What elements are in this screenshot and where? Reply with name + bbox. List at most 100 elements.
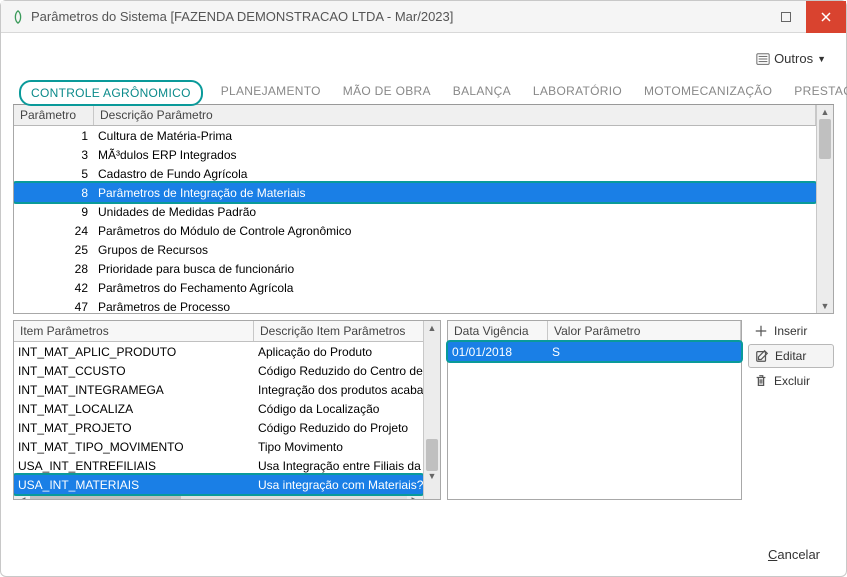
cell-item-desc: Tipo Movimento [254,440,423,454]
excluir-button[interactable]: Excluir [748,370,834,392]
table-row[interactable]: 42Parâmetros do Fechamento Agrícola [14,278,816,297]
table-row[interactable]: INT_MAT_INTEGRAMEGAIntegração dos produt… [14,380,423,399]
cell-param-id: 8 [14,186,94,200]
cell-param-desc: Parâmetros do Módulo de Controle Agronôm… [94,224,816,238]
parametros-grid-scrollbar[interactable]: ▲ ▼ [816,105,833,313]
cell-item-desc: Código Reduzido do Projeto [254,421,423,435]
close-button[interactable] [806,1,846,33]
tab-mao-de-obra[interactable]: MÃO DE OBRA [339,78,435,104]
table-row[interactable]: 25Grupos de Recursos [14,240,816,259]
cell-item-desc: Código da Localização [254,402,423,416]
table-row[interactable]: 9Unidades de Medidas Padrão [14,202,816,221]
table-row[interactable]: 28Prioridade para busca de funcionário [14,259,816,278]
scroll-up-icon[interactable]: ▲ [424,321,440,335]
cell-item-code: INT_MAT_PROJETO [14,421,254,435]
scroll-down-icon[interactable]: ▼ [424,469,440,483]
tabs-bar: CONTROLE AGRÔNOMICO PLANEJAMENTO MÃO DE … [13,78,834,105]
item-grid-vscrollbar[interactable]: ▲ ▼ [423,321,440,499]
table-row[interactable]: INT_MAT_TIPO_MOVIMENTOTipo Movimento [14,437,423,456]
maximize-button[interactable] [766,1,806,33]
tab-planejamento[interactable]: PLANEJAMENTO [217,78,325,104]
scroll-right-icon[interactable]: ▶ [407,495,423,499]
action-buttons: Inserir Editar Excluir [748,320,834,500]
scroll-thumb[interactable] [819,119,831,159]
editar-button[interactable]: Editar [748,344,834,368]
cell-param-id: 3 [14,148,94,162]
table-row[interactable]: USA_INT_MATERIAISUsa integração com Mate… [14,475,423,494]
chevron-down-icon: ▼ [817,54,826,64]
tab-controle-agronomico[interactable]: CONTROLE AGRÔNOMICO [19,80,203,106]
cell-item-desc: Usa Integração entre Filiais da [254,459,423,473]
hscroll-thumb[interactable] [30,496,181,500]
table-row[interactable]: INT_MAT_LOCALIZACódigo da Localização [14,399,423,418]
table-row[interactable]: 5Cadastro de Fundo Agrícola [14,164,816,183]
item-parametros-grid: Item Parâmetros Descrição Item Parâmetro… [13,320,441,500]
cell-item-code: INT_MAT_LOCALIZA [14,402,254,416]
table-row[interactable]: INT_MAT_PROJETOCódigo Reduzido do Projet… [14,418,423,437]
cell-param-desc: Grupos de Recursos [94,243,816,257]
cell-item-code: USA_INT_ENTREFILIAIS [14,459,254,473]
item-parametros-header: Item Parâmetros Descrição Item Parâmetro… [14,321,423,342]
tab-laboratorio[interactable]: LABORATÓRIO [529,78,626,104]
editar-label: Editar [775,349,806,363]
cancelar-button[interactable]: Cancelar [756,543,832,566]
cancel-rest: ancelar [777,547,820,562]
scroll-down-icon[interactable]: ▼ [817,299,833,313]
cancel-hotkey: C [768,547,777,562]
scroll-thumb[interactable] [426,439,438,471]
excluir-label: Excluir [774,374,810,388]
table-row[interactable]: 8Parâmetros de Integração de Materiais [14,183,816,202]
table-row[interactable]: 1Cultura de Matéria-Prima [14,126,816,145]
table-row[interactable]: 47Parâmetros de Processo [14,297,816,313]
cell-value: S [548,345,741,359]
cell-item-code: INT_MAT_TIPO_MOVIMENTO [14,440,254,454]
tab-prestacao-servicos[interactable]: PRESTAÇÃO DE SERVIÇOS [790,78,847,104]
tab-balanca[interactable]: BALANÇA [449,78,515,104]
vigencia-grid-header: Data Vigência Valor Parâmetro [448,321,741,342]
table-row[interactable]: 01/01/2018S [448,342,741,361]
scroll-up-icon[interactable]: ▲ [817,105,833,119]
parametros-grid-header: Parâmetro Descrição Parâmetro [14,105,816,126]
cell-item-code: INT_MAT_APLIC_PRODUTO [14,345,254,359]
parametros-grid: Parâmetro Descrição Parâmetro 1Cultura d… [13,104,834,314]
cell-param-id: 42 [14,281,94,295]
table-row[interactable]: 24Parâmetros do Módulo de Controle Agron… [14,221,816,240]
cell-param-id: 1 [14,129,94,143]
table-row[interactable]: INT_MAT_CCUSTOCódigo Reduzido do Centro … [14,361,423,380]
cell-item-desc: Código Reduzido do Centro de C [254,364,423,378]
outros-label: Outros [774,51,813,66]
col-header-data-vigencia[interactable]: Data Vigência [448,321,548,341]
cell-param-desc: Parâmetros de Processo [94,300,816,314]
cell-item-desc: Aplicação do Produto [254,345,423,359]
titlebar: Parâmetros do Sistema [FAZENDA DEMONSTRA… [1,1,846,33]
vigencia-grid: Data Vigência Valor Parâmetro 01/01/2018… [447,320,742,500]
table-row[interactable]: 3MÃ³dulos ERP Integrados [14,145,816,164]
app-icon [11,10,25,24]
cell-param-desc: Parâmetros do Fechamento Agrícola [94,281,816,295]
cell-date: 01/01/2018 [448,345,548,359]
col-header-item-desc[interactable]: Descrição Item Parâmetros [254,321,423,341]
cell-param-desc: Unidades de Medidas Padrão [94,205,816,219]
cell-param-desc: Cultura de Matéria-Prima [94,129,816,143]
cell-param-id: 9 [14,205,94,219]
cell-param-desc: Cadastro de Fundo Agrícola [94,167,816,181]
col-header-valor-parametro[interactable]: Valor Parâmetro [548,321,741,341]
outros-dropdown[interactable]: Outros ▼ [752,49,830,68]
cell-item-desc: Usa integração com Materiais? [254,478,423,492]
cell-item-desc: Integração dos produtos acaba [254,383,423,397]
cell-param-id: 25 [14,243,94,257]
scroll-left-icon[interactable]: ◀ [14,495,30,499]
table-row[interactable]: USA_INT_ENTREFILIAISUsa Integração entre… [14,456,423,475]
inserir-button[interactable]: Inserir [748,320,834,342]
trash-icon [754,374,768,388]
table-row[interactable]: INT_MAT_APLIC_PRODUTOAplicação do Produt… [14,342,423,361]
cell-item-code: INT_MAT_INTEGRAMEGA [14,383,254,397]
cell-param-id: 24 [14,224,94,238]
list-icon [756,52,770,66]
col-header-descricao[interactable]: Descrição Parâmetro [94,105,816,125]
col-header-item[interactable]: Item Parâmetros [14,321,254,341]
item-grid-hscrollbar[interactable]: ◀ ▶ [14,494,423,499]
col-header-parametro[interactable]: Parâmetro [14,105,94,125]
cell-param-desc: Parâmetros de Integração de Materiais [94,186,816,200]
tab-motomecanizacao[interactable]: MOTOMECANIZAÇÃO [640,78,776,104]
